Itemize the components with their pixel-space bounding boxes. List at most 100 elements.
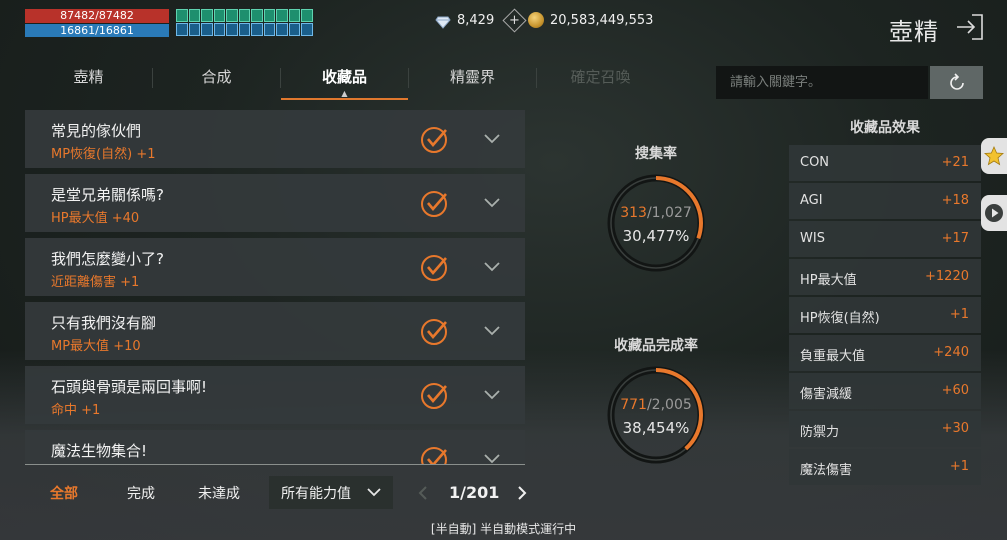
buff-icon[interactable] bbox=[226, 9, 238, 22]
complete-rate-ring: 771/2,005 38,454% bbox=[606, 365, 706, 465]
gold-currency: 20,583,449,553 bbox=[528, 12, 653, 28]
filter-complete-button[interactable]: 完成 bbox=[127, 483, 155, 503]
pagination: 1/201 bbox=[415, 476, 530, 509]
effect-row: HP最大值 +1220 bbox=[789, 259, 981, 295]
diamond-icon bbox=[435, 16, 451, 29]
buff-icon[interactable] bbox=[251, 23, 263, 36]
collection-effect: MP最大值 +10 bbox=[51, 339, 141, 354]
chevron-down-icon[interactable] bbox=[484, 132, 500, 144]
buff-icon[interactable] bbox=[238, 9, 250, 22]
effect-value: +30 bbox=[941, 421, 969, 436]
effect-row: HP恢復(自然) +1 bbox=[789, 297, 981, 333]
page-indicator: 1/201 bbox=[449, 483, 500, 502]
add-diamond-button[interactable]: + bbox=[502, 8, 527, 33]
collection-effect: 命中 +1 bbox=[51, 403, 101, 418]
collection-name: 魔法生物集合! bbox=[51, 442, 148, 460]
ability-dropdown-value: 所有能力值 bbox=[281, 485, 351, 502]
chevron-down-icon[interactable] bbox=[484, 324, 500, 336]
buff-icon[interactable] bbox=[263, 23, 275, 36]
effect-value: +1 bbox=[949, 459, 969, 474]
effects-title: 收藏品效果 bbox=[850, 120, 920, 136]
complete-rate-panel: 收藏品完成率 771/2,005 38,454% bbox=[598, 335, 714, 465]
buff-icon[interactable] bbox=[301, 9, 313, 22]
refresh-icon bbox=[949, 72, 964, 90]
list-item[interactable]: 是堂兄弟關係嗎? HP最大值 +40 bbox=[25, 174, 525, 232]
buff-icon[interactable] bbox=[201, 9, 213, 22]
buff-icon[interactable] bbox=[238, 23, 250, 36]
effects-list[interactable]: CON +21 AGI +18 WIS +17 HP最大值 +1220 HP恢復(自然)… bbox=[789, 145, 981, 487]
tab-collection[interactable]: 收藏品 ▲ bbox=[281, 60, 408, 100]
effect-value: +240 bbox=[933, 345, 969, 360]
chevron-down-icon[interactable] bbox=[484, 260, 500, 272]
search-input[interactable] bbox=[716, 66, 928, 99]
active-caret-icon: ▲ bbox=[341, 89, 348, 98]
complete-rate-percent: 38,454% bbox=[622, 419, 690, 437]
buff-icon[interactable] bbox=[276, 9, 288, 22]
list-item[interactable]: 魔法生物集合! bbox=[25, 430, 525, 465]
filter-incomplete-button[interactable]: 未達成 bbox=[198, 483, 240, 503]
collect-rate-percent: 30,477% bbox=[622, 227, 690, 245]
buff-icon[interactable] bbox=[176, 9, 188, 22]
collection-list[interactable]: 常見的傢伙們 MP恢復(自然) +1 是堂兄弟關係嗎? HP最大值 +40 我們… bbox=[25, 110, 525, 465]
buff-icon[interactable] bbox=[263, 9, 275, 22]
refresh-button[interactable] bbox=[930, 66, 983, 99]
list-item[interactable]: 只有我們沒有腳 MP最大值 +10 bbox=[25, 302, 525, 360]
star-icon bbox=[984, 146, 1004, 166]
buff-icon[interactable] bbox=[176, 23, 188, 36]
list-item[interactable]: 常見的傢伙們 MP恢復(自然) +1 bbox=[25, 110, 525, 168]
buff-icon[interactable] bbox=[213, 9, 225, 22]
tab-synthesis[interactable]: 合成 bbox=[153, 60, 280, 100]
buff-icon[interactable] bbox=[201, 23, 213, 36]
collection-name: 常見的傢伙們 bbox=[51, 122, 142, 140]
complete-rate-count: 771/2,005 bbox=[606, 397, 706, 413]
tab-confirm-summon[interactable]: 確定召喚 bbox=[537, 60, 664, 100]
effect-row: WIS +17 bbox=[789, 221, 981, 257]
check-icon bbox=[421, 447, 447, 465]
tab-collection-label: 收藏品 bbox=[321, 68, 367, 86]
buff-icon[interactable] bbox=[288, 23, 300, 36]
effect-value: +21 bbox=[941, 155, 969, 170]
buff-icon[interactable] bbox=[188, 23, 200, 36]
effect-value: +60 bbox=[941, 383, 969, 398]
gold-amount: 20,583,449,553 bbox=[550, 12, 654, 28]
effect-name: HP恢復(自然) bbox=[800, 311, 880, 326]
ability-dropdown[interactable]: 所有能力值 bbox=[269, 476, 393, 509]
list-item[interactable]: 我們怎麼變小了? 近距離傷害 +1 bbox=[25, 238, 525, 296]
diamond-amount: 8,429 bbox=[457, 13, 495, 28]
collection-name: 是堂兄弟關係嗎? bbox=[51, 186, 164, 204]
buff-icon[interactable] bbox=[226, 23, 238, 36]
collection-name: 石頭與骨頭是兩回事啊! bbox=[51, 378, 208, 396]
list-divider bbox=[25, 464, 525, 465]
play-side-button[interactable] bbox=[981, 195, 1007, 231]
chevron-down-icon[interactable] bbox=[484, 452, 500, 464]
list-item[interactable]: 石頭與骨頭是兩回事啊! 命中 +1 bbox=[25, 366, 525, 424]
buff-icon[interactable] bbox=[301, 23, 313, 36]
chevron-down-icon[interactable] bbox=[484, 388, 500, 400]
buff-icon[interactable] bbox=[188, 9, 200, 22]
next-page-icon[interactable] bbox=[514, 485, 530, 501]
tab-bar: 壺精 合成 收藏品 ▲ 精靈界 確定召喚 bbox=[25, 60, 705, 100]
collect-rate-panel: 搜集率 313/1,027 30,477% bbox=[598, 143, 714, 273]
effect-value: +1 bbox=[949, 307, 969, 322]
filter-all-button[interactable]: 全部 bbox=[50, 483, 78, 503]
buff-icon[interactable] bbox=[288, 9, 300, 22]
gold-coin-icon bbox=[528, 12, 544, 28]
effect-name: HP最大值 bbox=[800, 273, 857, 288]
tab-kettle[interactable]: 壺精 bbox=[25, 60, 152, 100]
prev-page-icon[interactable] bbox=[415, 485, 431, 501]
exit-icon[interactable] bbox=[953, 11, 985, 43]
collect-rate-ring: 313/1,027 30,477% bbox=[606, 173, 706, 273]
hp-bar: 87482/87482 bbox=[25, 9, 169, 23]
buff-icon[interactable] bbox=[276, 23, 288, 36]
buff-icons[interactable] bbox=[176, 9, 314, 37]
tab-spirit-realm[interactable]: 精靈界 bbox=[409, 60, 536, 100]
check-icon bbox=[421, 191, 447, 217]
complete-rate-label: 收藏品完成率 bbox=[614, 338, 698, 354]
buff-icon[interactable] bbox=[251, 9, 263, 22]
collect-rate-total: /1,027 bbox=[646, 205, 692, 221]
chevron-down-icon[interactable] bbox=[484, 196, 500, 208]
favorite-side-button[interactable] bbox=[981, 138, 1007, 174]
diamond-currency: 8,429 + bbox=[435, 8, 527, 33]
buff-icon[interactable] bbox=[213, 23, 225, 36]
collection-name: 我們怎麼變小了? bbox=[51, 250, 164, 268]
